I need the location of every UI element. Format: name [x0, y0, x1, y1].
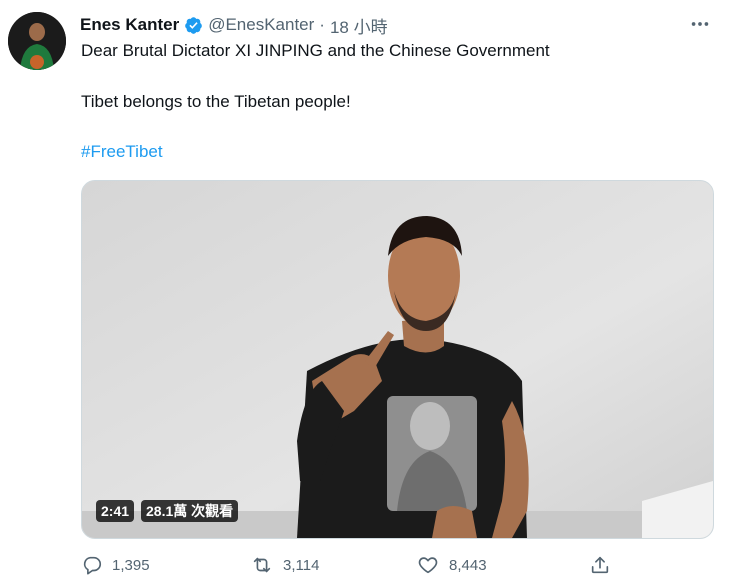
author-name[interactable]: Enes Kanter [80, 15, 179, 35]
like-button[interactable]: 8,443 [416, 551, 487, 579]
hashtag-link[interactable]: #FreeTibet [81, 142, 163, 162]
video-duration-badge: 2:41 [96, 500, 135, 522]
tweet-text-line-1: Dear Brutal Dictator XI JINPING and the … [81, 41, 550, 60]
reply-icon [83, 556, 102, 575]
like-count: 8,443 [449, 556, 487, 574]
tweet-text-line-2: Tibet belongs to the Tibetan people! [81, 92, 351, 111]
author-handle[interactable]: @EnesKanter [208, 15, 314, 35]
avatar[interactable] [8, 12, 66, 70]
more-icon [691, 22, 709, 26]
more-button[interactable] [686, 10, 714, 38]
share-icon [591, 556, 609, 574]
share-button[interactable] [589, 551, 611, 579]
retweet-button[interactable]: 3,114 [250, 551, 319, 579]
like-icon [418, 557, 438, 574]
action-bar: 1,395 3,114 8,443 [0, 551, 732, 579]
tweet-timestamp[interactable]: 18 小時 [330, 13, 388, 38]
separator-dot: · [319, 15, 325, 34]
video-player[interactable]: 2:41 28.1萬 次觀看 [81, 180, 714, 539]
verified-badge-icon [184, 16, 203, 35]
reply-count: 1,395 [112, 556, 150, 574]
avatar-image [8, 12, 66, 70]
video-thumbnail [82, 181, 713, 538]
tweet-header: Enes Kanter @EnesKanter · 18 小時 [80, 13, 388, 38]
video-views-badge: 28.1萬 次觀看 [141, 500, 239, 522]
retweet-icon [253, 557, 271, 573]
retweet-count: 3,114 [283, 556, 320, 574]
reply-button[interactable]: 1,395 [81, 551, 150, 579]
